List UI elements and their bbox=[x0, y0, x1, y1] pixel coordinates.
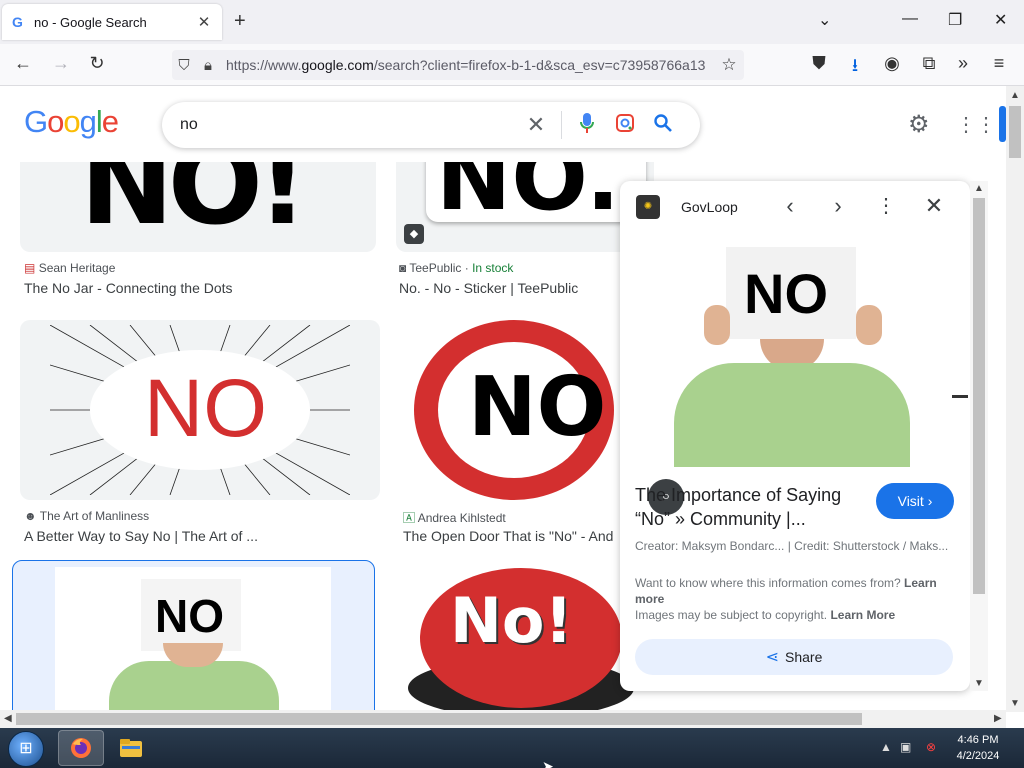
more-options-icon[interactable]: ⋮ bbox=[872, 193, 900, 218]
extensions-icon[interactable]: ⧉ bbox=[918, 53, 940, 74]
downloads-icon[interactable]: ⭳ bbox=[844, 53, 866, 83]
result-title[interactable]: No. - No - Sticker | TeePublic bbox=[399, 280, 619, 296]
chevron-right-icon: › bbox=[927, 493, 933, 509]
product-tag-icon: ◆ bbox=[404, 224, 424, 244]
minimize-icon[interactable]: — bbox=[902, 10, 918, 28]
result-source[interactable]: ◙ TeePublic · In stock bbox=[399, 261, 513, 275]
sign-in-tab[interactable] bbox=[999, 106, 1006, 142]
tab-title: no - Google Search bbox=[34, 14, 147, 30]
forward-icon[interactable]: → bbox=[50, 53, 72, 74]
reload-icon[interactable]: ↻ bbox=[86, 53, 108, 74]
account-icon[interactable]: ◉ bbox=[881, 53, 903, 74]
firefox-taskbar-icon[interactable] bbox=[58, 730, 104, 766]
url-text[interactable]: https://www.google.com/search?client=fir… bbox=[226, 57, 714, 73]
network-icon[interactable]: ▣ bbox=[900, 740, 911, 754]
shield-icon[interactable]: ⛉ bbox=[172, 57, 196, 74]
visit-button[interactable]: Visit › bbox=[876, 483, 954, 519]
close-tab-icon[interactable]: ✕ bbox=[196, 13, 212, 31]
divider bbox=[561, 111, 562, 139]
address-bar[interactable]: ⛉ 🔒︎ https://www.google.com/search?clien… bbox=[172, 50, 744, 80]
tab-list-chevron-icon[interactable]: ⌄ bbox=[818, 10, 831, 30]
pocket-icon[interactable]: ⛊ bbox=[808, 53, 830, 74]
menu-icon[interactable]: ≡ bbox=[988, 53, 1010, 74]
clock-date: 4/2/2024 bbox=[956, 750, 1000, 762]
mouse-cursor-icon: ➤ bbox=[542, 758, 554, 768]
result-title[interactable]: A Better Way to Say No | The Art of ... bbox=[24, 528, 374, 544]
panel-scroll-up-icon[interactable]: ▲ bbox=[974, 183, 984, 194]
search-icon[interactable] bbox=[644, 113, 682, 138]
govloop-favicon-icon: ✺ bbox=[636, 195, 660, 219]
bookmark-star-icon[interactable]: ☆ bbox=[714, 55, 744, 75]
overflow-chevrons-icon[interactable]: » bbox=[952, 53, 974, 74]
vertical-scrollbar-thumb[interactable] bbox=[1009, 106, 1021, 158]
close-window-icon[interactable]: ✕ bbox=[994, 10, 1007, 30]
search-box[interactable]: no ✕ bbox=[162, 102, 700, 148]
learn-more-copyright-link[interactable]: Learn More bbox=[830, 608, 895, 622]
browser-tab[interactable]: G no - Google Search ✕ bbox=[2, 4, 222, 40]
microphone-icon[interactable] bbox=[568, 112, 606, 139]
taskbar: ⊞ ▲ ▣ ⊗ 4:46 PM 4/2/2024 bbox=[0, 728, 1024, 768]
google-header: Google no ✕ ⚙ ⋮⋮⋮ bbox=[0, 86, 1024, 162]
result-thumbnail[interactable]: NO bbox=[20, 320, 380, 500]
back-icon[interactable]: ← bbox=[12, 53, 34, 74]
panel-scrollbar-thumb[interactable] bbox=[973, 198, 985, 594]
image-text: NO bbox=[144, 363, 267, 454]
result-thumbnail[interactable]: NO! bbox=[20, 162, 376, 252]
result-title[interactable]: The Open Door That is "No" - And bbox=[403, 528, 621, 544]
info-text: Want to know where this information come… bbox=[635, 576, 937, 622]
image-credit: Creator: Maksym Bondarc... | Credit: Shu… bbox=[635, 539, 949, 553]
panel-image[interactable]: NO ⌕ bbox=[634, 247, 968, 515]
scroll-up-icon[interactable]: ▲ bbox=[1010, 90, 1020, 101]
result-source[interactable]: ▤ Sean Heritage bbox=[24, 261, 115, 275]
search-input[interactable]: no bbox=[180, 116, 517, 134]
image-text: No! bbox=[450, 584, 573, 657]
show-hidden-icons-icon[interactable]: ▲ bbox=[880, 740, 892, 754]
volume-muted-icon[interactable]: ⊗ bbox=[926, 740, 936, 754]
settings-gear-icon[interactable]: ⚙ bbox=[908, 110, 930, 139]
lens-camera-icon[interactable] bbox=[606, 113, 644, 138]
selected-result-card[interactable]: NO bbox=[12, 560, 375, 721]
google-logo[interactable]: Google bbox=[24, 104, 119, 140]
image-preview-panel: ✺ GovLoop ‹ › ⋮ ✕ NO ⌕ The Importance of… bbox=[620, 181, 970, 691]
horizontal-scrollbar-thumb[interactable] bbox=[16, 713, 862, 725]
close-panel-icon[interactable]: ✕ bbox=[920, 193, 948, 219]
lock-icon[interactable]: 🔒︎ bbox=[196, 57, 220, 74]
scroll-down-icon[interactable]: ▼ bbox=[1010, 698, 1020, 709]
image-text: NO bbox=[468, 360, 607, 455]
google-favicon-icon: G bbox=[12, 14, 23, 30]
tab-bar: G no - Google Search ✕ + ⌄ — ❐ ✕ bbox=[0, 0, 1024, 44]
scroll-right-icon[interactable]: ▶ bbox=[994, 713, 1002, 724]
clear-icon[interactable]: ✕ bbox=[517, 112, 555, 138]
result-thumbnail[interactable]: No! bbox=[388, 568, 654, 710]
result-thumbnail[interactable]: NO. ◆ bbox=[396, 162, 654, 252]
image-text: NO bbox=[744, 262, 828, 325]
panel-scroll-down-icon[interactable]: ▼ bbox=[974, 678, 984, 689]
navigation-bar: ← → ↻ ⛉ 🔒︎ https://www.google.com/search… bbox=[0, 44, 1024, 86]
clock-time: 4:46 PM bbox=[957, 734, 999, 746]
result-source[interactable]: ☻ The Art of Manliness bbox=[24, 509, 149, 523]
result-thumbnail[interactable]: NO bbox=[400, 320, 654, 500]
next-icon[interactable]: › bbox=[824, 193, 852, 219]
image-text: NO! bbox=[80, 162, 308, 250]
file-explorer-taskbar-icon[interactable] bbox=[108, 730, 154, 766]
share-icon: ⋖ bbox=[765, 649, 780, 666]
image-text: NO. bbox=[436, 162, 621, 231]
scroll-left-icon[interactable]: ◀ bbox=[4, 713, 12, 724]
system-clock[interactable]: 4:46 PM 4/2/2024 bbox=[948, 732, 1008, 764]
horizontal-scrollbar[interactable] bbox=[0, 710, 1006, 728]
panel-title[interactable]: The Importance of Saying “No” » Communit… bbox=[635, 483, 865, 531]
maximize-icon[interactable]: ❐ bbox=[948, 10, 962, 30]
previous-icon[interactable]: ‹ bbox=[776, 193, 804, 219]
start-button-windows-icon[interactable]: ⊞ bbox=[8, 731, 44, 767]
share-button[interactable]: ⋖ Share bbox=[635, 639, 953, 675]
panel-site-name[interactable]: GovLoop bbox=[681, 199, 738, 215]
image-text: NO bbox=[155, 590, 224, 642]
result-source[interactable]: 🄰 Andrea Kihlstedt bbox=[403, 509, 506, 526]
new-tab-icon[interactable]: + bbox=[234, 10, 246, 33]
result-title[interactable]: The No Jar - Connecting the Dots bbox=[24, 280, 374, 296]
vertical-scrollbar[interactable] bbox=[1006, 86, 1024, 712]
